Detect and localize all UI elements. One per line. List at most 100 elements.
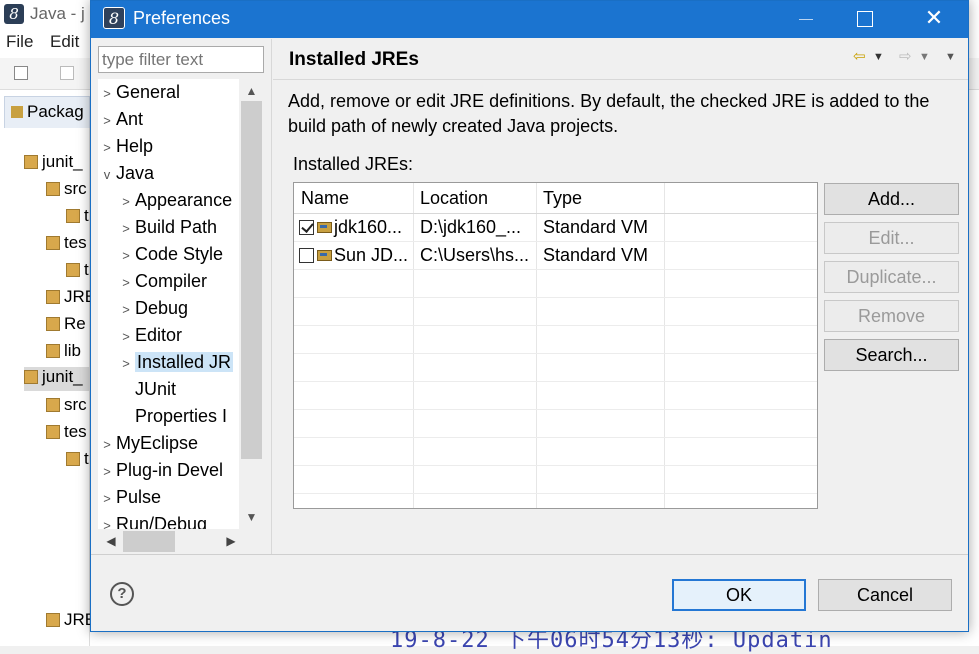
tree-node-ant[interactable]: > Ant — [98, 106, 143, 132]
chevron-right-icon[interactable]: > — [98, 81, 116, 107]
jre-table: Name Location Type jdk160... D:\jdk160_.… — [293, 182, 818, 509]
view-menu-icon[interactable]: ▼ — [945, 51, 956, 63]
jre-checkbox[interactable] — [299, 248, 314, 263]
chevron-right-icon[interactable]: > — [98, 432, 116, 458]
page-history-nav: ⇦ ▼ ⇨ ▼ ▼ — [851, 47, 961, 69]
tree-item[interactable]: Re — [46, 314, 86, 338]
table-row[interactable]: Sun JD... — [299, 245, 408, 266]
tree-node-general[interactable]: > General — [98, 79, 180, 105]
search-button[interactable]: Search... — [824, 339, 959, 371]
menu-file[interactable]: File — [6, 32, 33, 52]
tree-node-help[interactable]: > Help — [98, 133, 153, 159]
tree-node-pulse[interactable]: > Pulse — [98, 484, 161, 510]
tree-node-properties[interactable]: Properties I — [117, 403, 227, 429]
forward-arrow-icon[interactable]: ⇨ — [899, 47, 912, 65]
add-button[interactable]: Add... — [824, 183, 959, 215]
new-file-icon[interactable] — [14, 66, 28, 80]
filter-input[interactable] — [98, 46, 264, 73]
tree-item[interactable]: t — [66, 449, 89, 473]
scroll-right-icon[interactable]: ▶ — [220, 529, 242, 554]
tree-node-plugin-devel[interactable]: > Plug-in Devel — [98, 457, 223, 483]
chevron-right-icon[interactable]: > — [98, 108, 116, 134]
tree-item[interactable]: JRE — [46, 287, 96, 311]
tree-item[interactable]: tes — [46, 422, 87, 446]
save-icon[interactable] — [60, 66, 74, 80]
library-icon — [46, 613, 60, 627]
maximize-button[interactable] — [841, 1, 887, 38]
folder-icon — [46, 182, 60, 196]
back-arrow-icon[interactable]: ⇦ — [853, 47, 866, 65]
library-icon — [46, 317, 60, 331]
chevron-right-icon[interactable]: > — [117, 270, 135, 296]
close-icon[interactable]: ✕ — [911, 1, 957, 38]
scroll-thumb[interactable] — [241, 101, 262, 459]
tree-item[interactable]: src — [46, 395, 87, 419]
duplicate-button[interactable]: Duplicate... — [824, 261, 959, 293]
tree-vertical-scrollbar[interactable]: ▲ ▼ — [239, 79, 264, 529]
scroll-thumb[interactable] — [123, 531, 175, 552]
package-icon — [11, 106, 23, 118]
remove-button[interactable]: Remove — [824, 300, 959, 332]
tree-node-appearance[interactable]: > Appearance — [117, 187, 232, 213]
pane-splitter[interactable] — [271, 39, 272, 555]
column-header-location[interactable]: Location — [420, 188, 488, 209]
chevron-right-icon[interactable]: > — [98, 459, 116, 485]
chevron-right-icon[interactable]: > — [117, 324, 135, 350]
scroll-up-icon[interactable]: ▲ — [239, 81, 264, 101]
tree-node-editor[interactable]: > Editor — [117, 322, 182, 348]
ok-button[interactable]: OK — [672, 579, 806, 611]
tree-node-installed-jres[interactable]: > Installed JR — [117, 349, 234, 377]
tree-item[interactable]: tes — [46, 233, 87, 257]
tree-node-debug[interactable]: > Debug — [117, 295, 188, 321]
chevron-right-icon[interactable]: > — [98, 486, 116, 512]
tree-node-build-path[interactable]: > Build Path — [117, 214, 217, 240]
jre-name: jdk160... — [334, 217, 403, 237]
preferences-dialog: 8 Preferences ✕ >General >Ant >Help vJav… — [90, 0, 969, 632]
chevron-right-icon[interactable]: > — [117, 243, 135, 269]
project-icon — [24, 370, 38, 384]
tree-node-compiler[interactable]: > Compiler — [117, 268, 207, 294]
tree-item[interactable]: t — [66, 206, 89, 230]
jre-type: Standard VM — [543, 245, 649, 265]
dialog-titlebar[interactable]: 8 Preferences ✕ — [91, 1, 968, 38]
tree-item[interactable]: lib — [46, 341, 81, 365]
package-explorer-tab[interactable]: Packag — [4, 96, 90, 128]
jre-library-icon — [316, 248, 332, 262]
eclipse-logo-icon: 8 — [103, 7, 125, 29]
cancel-button[interactable]: Cancel — [818, 579, 952, 611]
column-header-type[interactable]: Type — [543, 188, 582, 209]
edit-button[interactable]: Edit... — [824, 222, 959, 254]
chevron-right-icon[interactable]: > — [117, 297, 135, 323]
jre-checkbox[interactable] — [299, 220, 314, 235]
footer-separator — [91, 554, 968, 555]
tree-item[interactable]: JRE — [46, 610, 96, 634]
chevron-down-icon[interactable]: v — [98, 162, 116, 188]
column-header-name[interactable]: Name — [301, 188, 349, 209]
chevron-right-icon[interactable]: > — [117, 189, 135, 215]
package-tab-label: Packag — [27, 102, 84, 121]
menu-edit[interactable]: Edit — [50, 32, 79, 52]
help-icon[interactable]: ? — [110, 582, 134, 606]
minimize-button[interactable] — [783, 1, 829, 38]
tree-node-code-style[interactable]: > Code Style — [117, 241, 223, 267]
tree-node-junit[interactable]: JUnit — [117, 376, 176, 402]
tree-node-java[interactable]: v Java — [98, 160, 154, 186]
tree-horizontal-scrollbar[interactable]: ◀ ▶ — [98, 529, 264, 554]
tree-item[interactable]: src — [46, 179, 87, 203]
package-tree: junit_ src t tes t JRE Re lib junit_ src… — [0, 128, 96, 646]
jre-location: C:\Users\hs... — [420, 245, 530, 265]
tree-item[interactable]: junit_ — [24, 152, 83, 176]
forward-dropdown-icon[interactable]: ▼ — [919, 51, 930, 63]
preferences-tree: > General > Ant > Help v Java > Appearance > B… — [98, 79, 264, 554]
scroll-down-icon[interactable]: ▼ — [239, 507, 264, 527]
table-row[interactable]: jdk160... — [299, 217, 402, 238]
tree-node-myeclipse[interactable]: > MyEclipse — [98, 430, 198, 456]
chevron-right-icon[interactable]: > — [117, 351, 135, 377]
tree-item[interactable]: t — [66, 260, 89, 284]
back-dropdown-icon[interactable]: ▼ — [873, 51, 884, 63]
scroll-left-icon[interactable]: ◀ — [100, 529, 122, 554]
chevron-right-icon[interactable]: > — [117, 216, 135, 242]
chevron-right-icon[interactable]: > — [98, 135, 116, 161]
tree-item-selected[interactable]: junit_ — [24, 367, 90, 391]
dialog-title: Preferences — [133, 8, 231, 28]
